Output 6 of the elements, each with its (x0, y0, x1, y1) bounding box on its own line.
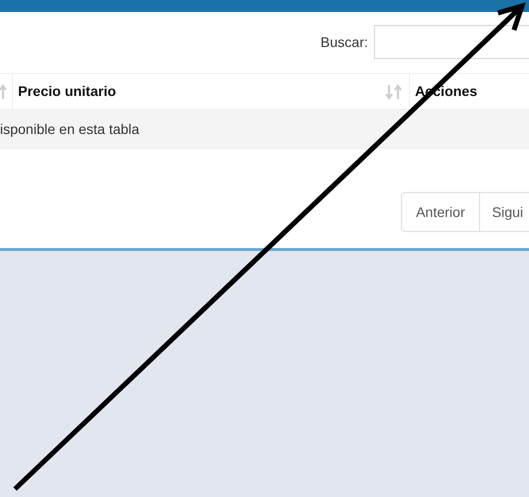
search-field[interactable] (374, 25, 529, 59)
empty-table-message: isponible en esta tabla (0, 120, 140, 139)
column-header[interactable]: Precio unitario (13, 74, 410, 109)
pagination-button[interactable]: Anterior (400, 192, 480, 232)
search-label: Buscar: (320, 32, 368, 52)
pagination-button[interactable]: Sigui (480, 192, 529, 232)
